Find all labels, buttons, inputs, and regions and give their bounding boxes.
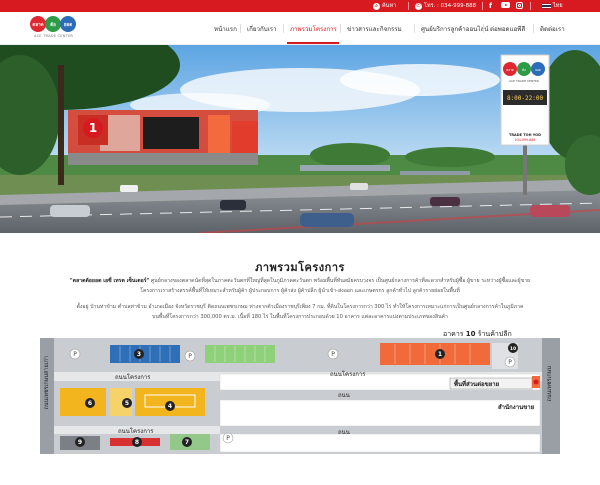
hero-illustration: 1 ตลาด ต้อ ยอด ACE TRADE CENTER 8:00-22:… xyxy=(0,45,600,233)
nav-item-customer-service[interactable]: ศูนย์บริการลูกค้าออนไลน์ xyxy=(421,24,489,34)
nav-item-overview[interactable]: ภาพรวมโครงการ xyxy=(290,24,337,34)
main-nav: ตลาด ต้อ ยอด ACE TRADE CENTER หน้าแรก เก… xyxy=(0,12,600,45)
road-label-right: ถนนเพชรเกษม xyxy=(547,366,553,402)
nav-active-indicator xyxy=(287,42,339,44)
topbar-divider xyxy=(408,2,409,10)
building-number: 1 xyxy=(89,121,97,135)
nav-divider xyxy=(533,24,534,33)
youtube-icon xyxy=(501,2,510,8)
plan-header: อาคาร 10 ร้านค้าปลีก xyxy=(443,329,512,340)
plan-header-label: อาคาร xyxy=(443,330,464,338)
building-1-label: 1 xyxy=(438,351,442,358)
road-label-bottom: ถนนโครงการ xyxy=(118,428,154,435)
intro-paragraph: "ตลาดต้อยอด เอซี่ เทรด เซ็นเตอร์" ศูนย์ก… xyxy=(40,276,560,296)
nav-item-about[interactable]: เกี่ยวกับเรา xyxy=(247,24,277,34)
location-line-2: บนพื้นที่โครงการกว่า 300,000 ตร.ม. เนื้อ… xyxy=(152,314,448,320)
hero-banner: 1 ตลาด ต้อ ยอด ACE TRADE CENTER 8:00-22:… xyxy=(0,45,600,233)
billboard-phone: 034-999-888 xyxy=(515,138,536,142)
logo-circle-blue: ยอด xyxy=(60,16,76,32)
location-line-1: ตั้งอยู่ บ้านท่าข้าม ตำบลท่าข้าม อำเภอเม… xyxy=(76,304,524,310)
parking-icon: P xyxy=(331,351,335,358)
thai-flag-icon xyxy=(542,3,551,9)
building-5-label: 5 xyxy=(125,400,129,407)
facebook-icon: f xyxy=(489,2,493,10)
site-plan-map: 3 1 10 6 5 4 9 8 7 P P P P P xyxy=(40,338,560,454)
logo-subtitle: ACE TRADE CENTER xyxy=(34,34,74,38)
location-paragraph: ตั้งอยู่ บ้านท่าข้าม ตำบลท่าข้าม อำเภอเม… xyxy=(40,302,560,322)
search-icon: ⌕ xyxy=(373,2,380,10)
phone-label: โทร. : 034-999-888 xyxy=(424,3,477,9)
billboard-logo-1: ตลาด xyxy=(506,68,513,72)
nav-divider xyxy=(483,24,484,33)
billboard-logo-2: ต้อ xyxy=(522,68,526,72)
phone-icon: ✆ xyxy=(415,2,422,10)
instagram-link[interactable] xyxy=(516,2,523,9)
nav-item-contact[interactable]: ติดต่อเรา xyxy=(540,24,565,34)
building-3-label: 3 xyxy=(137,351,141,358)
site-plan: 3 1 10 6 5 4 9 8 7 P P P P P อาคาร 10 ร้… xyxy=(40,330,560,454)
project-name: "ตลาดต้อยอด เอซี่ เทรด เซ็นเตอร์" xyxy=(69,278,150,284)
page-title: ภาพรวมโครงการ xyxy=(255,261,345,274)
intro-line-2: โครงการเราสร้างสรรค์พื้นที่ให้เหมาะสำหรั… xyxy=(140,288,460,294)
billboard-logo-3: ยอด xyxy=(535,68,541,72)
instagram-icon xyxy=(516,2,523,9)
intro-line-1: ศูนย์กลางของตลาดนัดที่สุดในภาคตะวันตกที่… xyxy=(149,278,531,284)
building-8-label: 8 xyxy=(135,439,139,446)
nav-divider xyxy=(340,24,341,33)
building-2[interactable] xyxy=(205,345,275,363)
building-6-label: 6 xyxy=(88,400,92,407)
building-9-label: 9 xyxy=(78,439,82,446)
parking-icon: P xyxy=(73,351,77,358)
road-label-mid: ถนนโครงการ xyxy=(330,371,366,378)
language-switch[interactable]: ไทย xyxy=(542,2,563,10)
facebook-link[interactable]: f xyxy=(489,2,492,10)
topbar-divider xyxy=(530,2,531,10)
plan-header-suffix: ร้านค้าปลีก xyxy=(477,330,512,338)
billboard-hours: 8:00-22:00 xyxy=(507,95,544,102)
language-label: ไทย xyxy=(553,3,563,9)
billboard-subtitle: ACE TRADE CENTER xyxy=(509,79,539,83)
logo-circle-green: ต้อ xyxy=(45,16,61,32)
nav-item-home[interactable]: หน้าแรก xyxy=(214,24,237,34)
building-4-label: 4 xyxy=(168,403,172,410)
nav-item-news[interactable]: ข่าวสารและกิจกรรม xyxy=(347,24,402,34)
road-label-top: ถนนโครงการ xyxy=(115,374,151,381)
extension-area-label: พื้นที่ส่วนต่อขยาย xyxy=(454,381,500,388)
nav-divider xyxy=(414,24,415,33)
parking-icon: P xyxy=(226,435,230,442)
nav-divider xyxy=(240,24,241,33)
building-3[interactable] xyxy=(110,345,180,363)
search-link[interactable]: ⌕ ค้นหา xyxy=(373,2,396,10)
parking-icon: P xyxy=(188,353,192,360)
search-label: ค้นหา xyxy=(382,3,397,9)
nav-divider xyxy=(283,24,284,33)
road-label-left: ถนนเพชรเกษมสายเก่า xyxy=(44,356,50,410)
nav-item-app[interactable]: ต่อพอดแอพีสี xyxy=(490,24,525,34)
logo-circle-red: ตลาด xyxy=(30,16,46,32)
plan-header-number: 10 xyxy=(465,330,476,338)
building-7-label: 7 xyxy=(185,439,189,446)
road-label-main: ถนน xyxy=(338,429,350,436)
site-logo[interactable]: ตลาด ต้อ ยอด ACE TRADE CENTER xyxy=(30,15,78,43)
phone-link[interactable]: ✆ โทร. : 034-999-888 xyxy=(415,2,476,10)
parking-icon: P xyxy=(508,359,512,366)
road-label-lower: ถนน xyxy=(338,392,350,399)
sales-office-label: สำนักงานขาย xyxy=(498,404,535,411)
youtube-link[interactable] xyxy=(501,2,510,8)
building-6[interactable] xyxy=(60,388,106,416)
top-bar: ⌕ ค้นหา ✆ โทร. : 034-999-888 f ไทย xyxy=(0,0,600,12)
topbar-divider xyxy=(482,2,483,10)
billboard-bottom: TRADE TOH YOD xyxy=(509,133,541,137)
building-10-label: 10 xyxy=(510,346,516,352)
